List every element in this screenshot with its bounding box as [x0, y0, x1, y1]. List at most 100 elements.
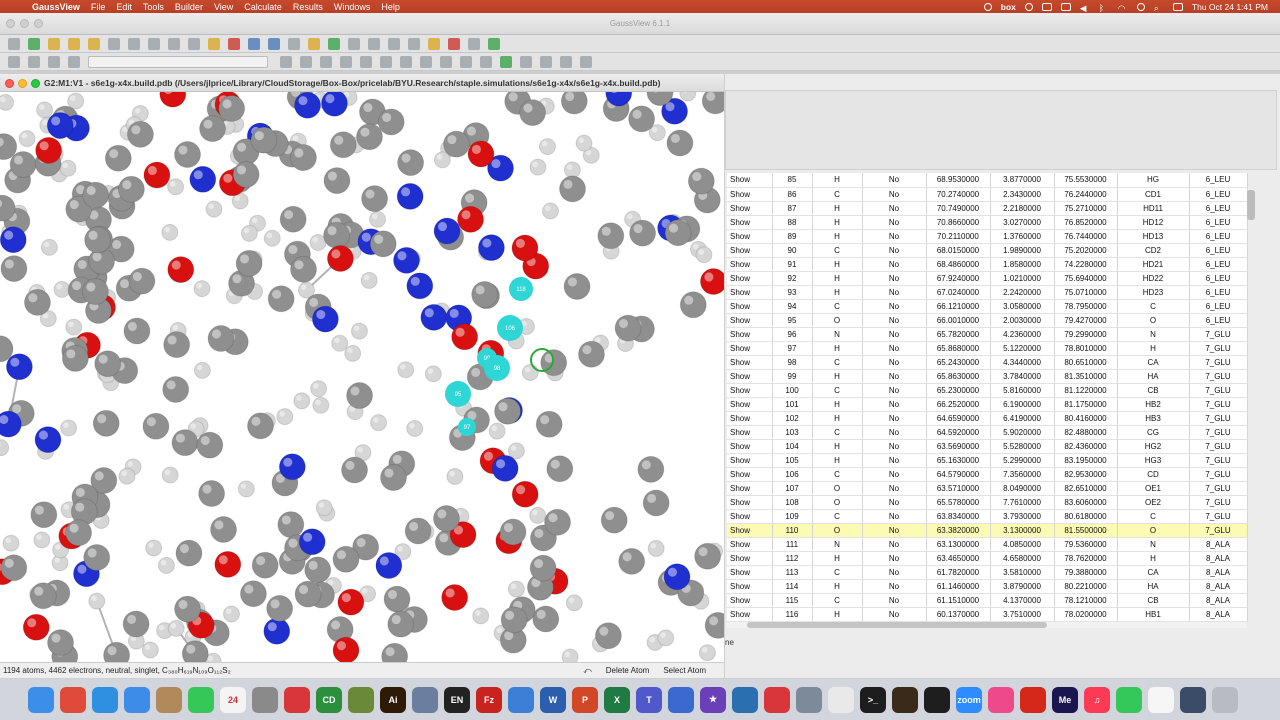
cell-x[interactable]: 65.8680000 — [926, 341, 991, 356]
cell-frozen[interactable]: No — [862, 215, 927, 230]
carbon-atom[interactable] — [304, 556, 332, 584]
table-row[interactable]: Show 89 H No 70.2110000 1.3760000 76.7440000 HD… — [727, 229, 1248, 244]
cell-x[interactable]: 63.5710000 — [926, 481, 991, 496]
hydrogen-atom[interactable] — [193, 361, 211, 379]
clean-icon[interactable] — [288, 37, 300, 50]
paste-special-icon[interactable] — [208, 37, 220, 50]
carbon-atom[interactable] — [383, 585, 411, 613]
cell-z[interactable]: 75.2710000 — [1054, 201, 1118, 216]
cell-name[interactable]: OE1 — [1117, 481, 1190, 496]
menu-app-name[interactable]: GaussView — [32, 2, 80, 12]
cell-res[interactable]: 8_ALA — [1189, 551, 1248, 566]
cell-z[interactable]: 81.3510000 — [1054, 369, 1118, 384]
hydrogen-atom[interactable] — [679, 92, 697, 102]
cell-frozen[interactable]: No — [862, 495, 927, 510]
cell-frozen[interactable]: No — [862, 593, 927, 608]
cell-z[interactable]: 75.5530000 — [1054, 173, 1118, 188]
table-row[interactable]: Show 100 C No 65.2300000 5.8160000 81.1220000 C… — [727, 383, 1248, 398]
carbon-atom[interactable] — [381, 642, 409, 662]
carbon-atom[interactable] — [61, 344, 89, 372]
cell-x[interactable]: 64.6590000 — [926, 411, 991, 426]
carbon-atom[interactable] — [594, 622, 622, 650]
cell-frozen[interactable]: No — [862, 173, 927, 188]
carbon-atom[interactable] — [694, 542, 722, 570]
hydrogen-atom[interactable] — [59, 159, 77, 177]
control-center-icon[interactable] — [1172, 2, 1183, 11]
nitrogen-atom[interactable] — [0, 410, 22, 438]
bond-icon[interactable] — [280, 55, 292, 68]
nitrogen-atom[interactable] — [294, 92, 322, 119]
cell-name[interactable]: HG2 — [1117, 439, 1190, 454]
carbon-atom[interactable] — [81, 278, 109, 306]
cell-show[interactable]: Show — [727, 257, 773, 272]
cell-res[interactable]: 7_GLU — [1189, 327, 1248, 342]
carbon-atom[interactable] — [0, 554, 28, 582]
carbon-atom[interactable] — [171, 429, 199, 457]
cell-y[interactable]: 6.4190000 — [990, 411, 1055, 426]
cell-show[interactable]: Show — [727, 593, 773, 608]
nitrogen-atom[interactable] — [320, 92, 348, 117]
cell-show[interactable]: Show — [727, 215, 773, 230]
table-row[interactable]: Show 85 H No 68.9530000 3.8770000 75.5530000 HG… — [727, 173, 1248, 188]
cell-frozen[interactable]: No — [862, 257, 927, 272]
menu-tools[interactable]: Tools — [143, 2, 164, 12]
cell-res[interactable]: 7_GLU — [1189, 411, 1248, 426]
cell-res[interactable]: 7_GLU — [1189, 439, 1248, 454]
app-red2-icon[interactable] — [764, 686, 790, 713]
xcode-icon[interactable] — [508, 686, 534, 713]
cell-el[interactable]: H — [812, 271, 863, 286]
cell-y[interactable]: 4.0850000 — [990, 537, 1055, 552]
box-menu[interactable]: box — [1001, 2, 1016, 12]
cell-y[interactable]: 3.0270000 — [990, 215, 1055, 230]
table-row[interactable]: Show 92 H No 67.9240000 1.0210000 75.6940000 HD… — [727, 271, 1248, 286]
hydrogen-atom[interactable] — [40, 238, 58, 256]
cell-frozen[interactable]: No — [862, 467, 927, 482]
cell-show[interactable]: Show — [727, 271, 773, 286]
cell-z[interactable]: 83.1950000 — [1054, 453, 1118, 468]
cell-x[interactable]: 70.8660000 — [926, 215, 991, 230]
cell-frozen[interactable]: No — [862, 383, 927, 398]
table-row[interactable]: Show 87 H No 70.7490000 2.2180000 75.2710000 HD… — [727, 201, 1248, 216]
carbon-atom[interactable] — [92, 409, 120, 437]
cell-y[interactable]: 1.8580000 — [990, 257, 1055, 272]
carbon-atom[interactable] — [122, 610, 150, 638]
cell-z[interactable]: 82.9530000 — [1054, 467, 1118, 482]
hydrogen-atom[interactable] — [118, 467, 136, 485]
cell-frozen[interactable]: No — [862, 537, 927, 552]
carbon-atom[interactable] — [30, 501, 58, 529]
cell-show[interactable]: Show — [727, 187, 773, 202]
cell-x[interactable]: 66.0010000 — [926, 313, 991, 328]
table-row[interactable]: Show 96 N No 65.7820000 4.2360000 79.2990000 N 7… — [727, 327, 1248, 342]
cell-name[interactable]: CB — [1117, 593, 1190, 608]
volume-icon[interactable]: ◀ — [1080, 3, 1090, 13]
table-row[interactable]: Show 98 C No 65.2430000 4.3440000 80.6510000 CA… — [727, 355, 1248, 370]
music-icon[interactable]: ♫ — [1084, 686, 1110, 713]
table-row[interactable]: Show 95 O No 66.0010000 2.0030000 79.4270000 O 6… — [727, 313, 1248, 328]
cell-num[interactable]: 103 — [772, 425, 813, 440]
cell-num[interactable]: 87 — [772, 201, 813, 216]
cell-show[interactable]: Show — [727, 229, 773, 244]
clock[interactable]: Thu Oct 24 1:41 PM — [1192, 2, 1268, 12]
cell-z[interactable]: 82.4880000 — [1054, 425, 1118, 440]
cell-x[interactable]: 63.4650000 — [926, 551, 991, 566]
nitrogen-atom[interactable] — [433, 217, 461, 245]
cell-name[interactable]: CA — [1117, 355, 1190, 370]
hydrogen-atom[interactable] — [141, 641, 159, 659]
menu-view[interactable]: View — [214, 2, 233, 12]
carbon-atom[interactable] — [279, 205, 307, 233]
table-row[interactable]: Show 102 H No 64.6590000 6.4190000 80.4160000 H… — [727, 411, 1248, 426]
cell-res[interactable]: 6_LEU — [1189, 313, 1248, 328]
hydrogen-atom[interactable] — [36, 101, 54, 119]
cell-show[interactable]: Show — [727, 313, 773, 328]
mod-icon[interactable] — [448, 37, 460, 50]
cell-z[interactable]: 75.6940000 — [1054, 271, 1118, 286]
hydrogen-atom[interactable] — [369, 210, 387, 228]
select-icon[interactable] — [408, 37, 420, 50]
carbon-atom[interactable] — [290, 255, 318, 283]
carbon-atom[interactable] — [175, 539, 203, 567]
hydrogen-atom[interactable] — [237, 480, 255, 498]
table-vertical-scrollbar[interactable] — [1247, 190, 1255, 220]
cell-x[interactable]: 67.0240000 — [926, 285, 991, 300]
oxygen-atom[interactable] — [22, 613, 50, 641]
hydrogen-atom[interactable] — [88, 592, 106, 610]
